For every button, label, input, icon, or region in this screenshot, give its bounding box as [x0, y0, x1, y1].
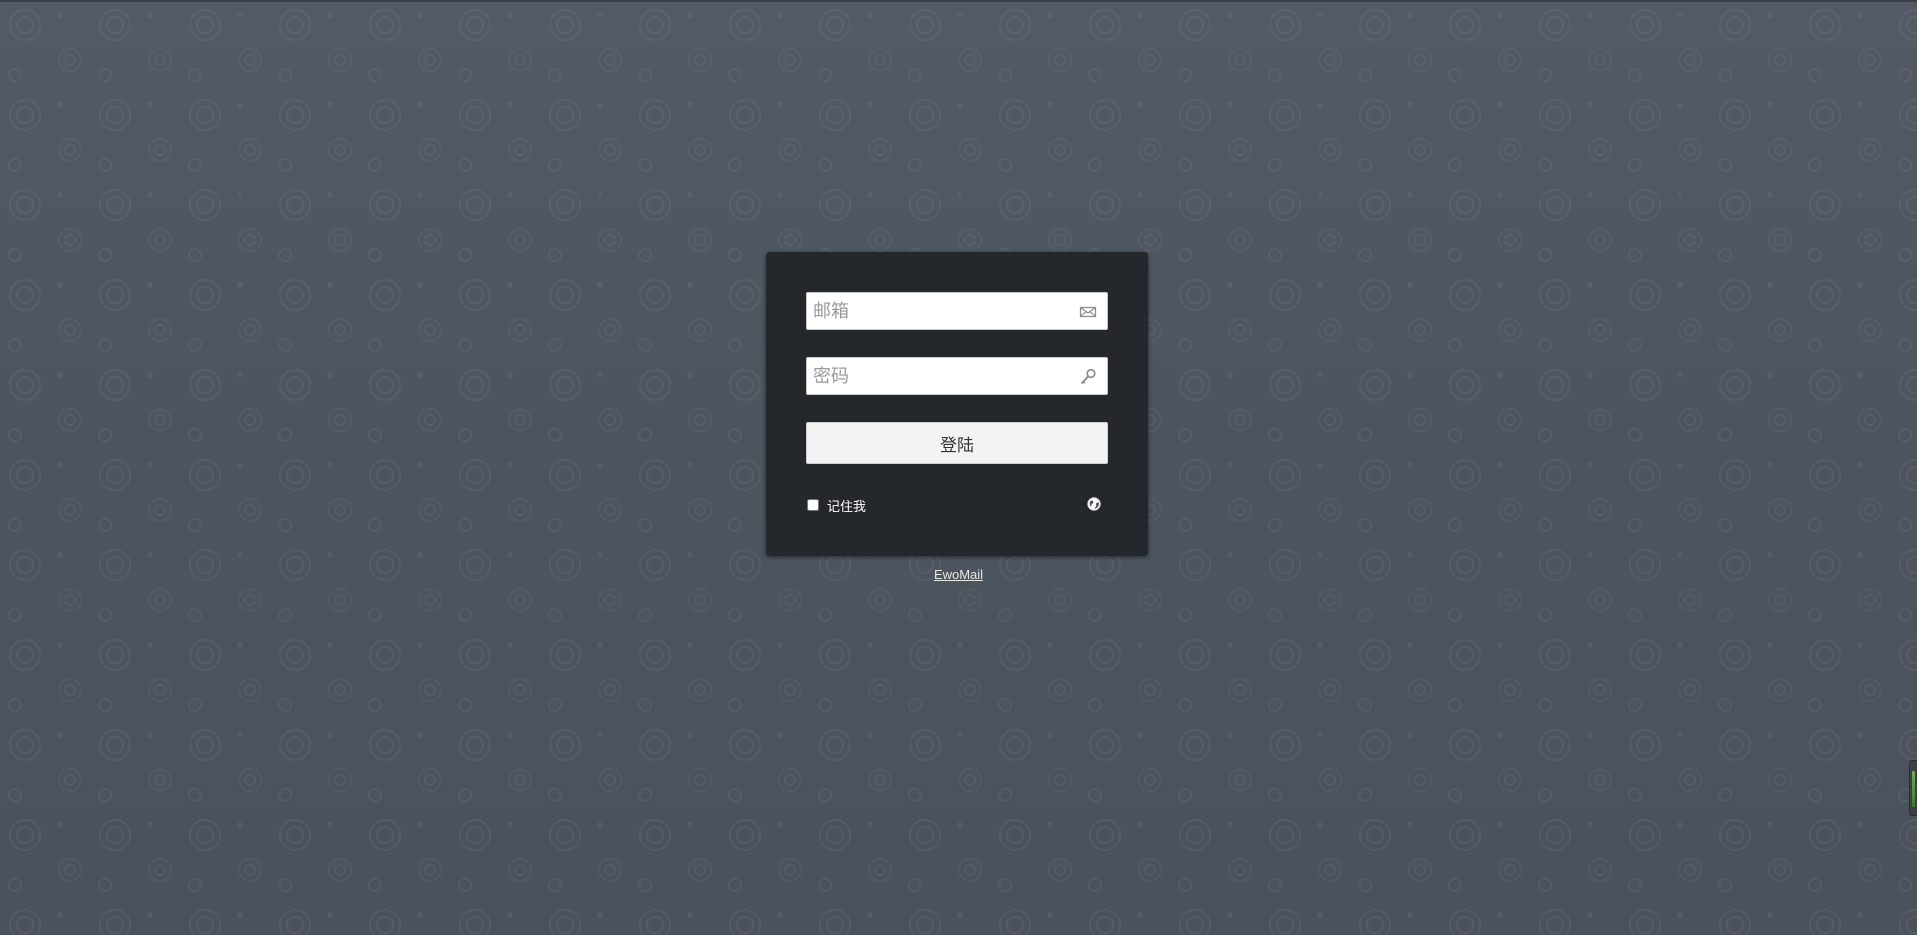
globe-icon[interactable] — [1087, 496, 1101, 511]
envelope-icon — [1079, 303, 1097, 321]
email-input[interactable] — [807, 293, 1063, 329]
login-button[interactable]: 登陆 — [806, 422, 1108, 464]
login-panel: 登陆 记住我 — [766, 252, 1148, 556]
email-field-wrapper — [806, 292, 1108, 330]
top-border — [0, 0, 1917, 2]
remember-me-label: 记住我 — [827, 499, 867, 515]
password-input[interactable] — [807, 358, 1063, 394]
side-scroll-widget[interactable] — [1909, 760, 1917, 816]
password-field-wrapper — [806, 357, 1108, 395]
ewomail-link[interactable]: EwoMail — [934, 567, 983, 582]
remember-me-checkbox[interactable] — [807, 499, 819, 511]
side-widget-indicator — [1912, 771, 1915, 807]
remember-me-row: 记住我 — [807, 497, 867, 515]
key-icon — [1079, 368, 1097, 386]
footer: EwoMail — [0, 567, 1917, 583]
